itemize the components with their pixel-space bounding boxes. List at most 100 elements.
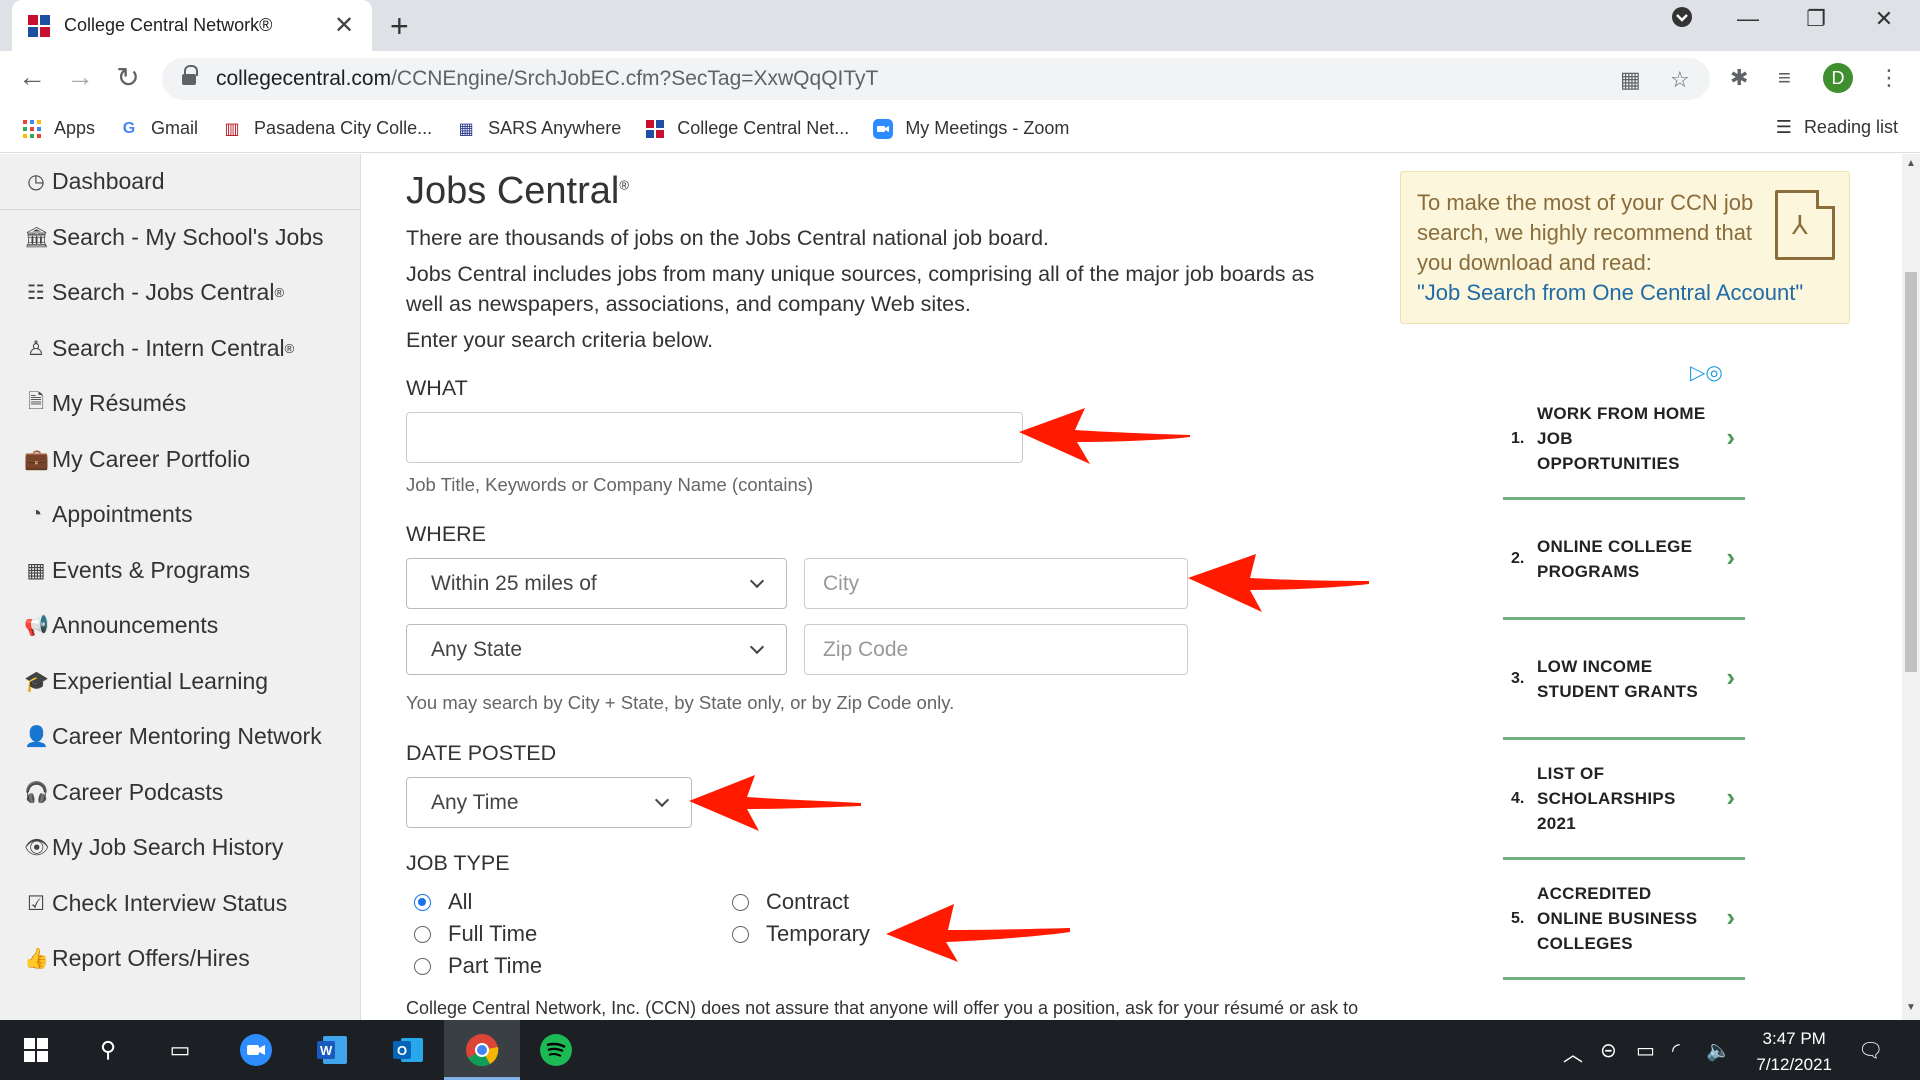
notifications-icon[interactable]: 🗨: [1858, 1038, 1883, 1063]
search-icon[interactable]: ⚲: [88, 1030, 128, 1070]
radio-button[interactable]: [414, 925, 431, 943]
reload-icon[interactable]: ↻: [108, 61, 148, 94]
sidebar-item-my-resumes[interactable]: 🗎 My Résumés: [0, 376, 360, 432]
ad-link[interactable]: 3. LOW INCOME STUDENT GRANTS ›: [1503, 620, 1745, 740]
chevron-down-icon: [654, 792, 670, 807]
ad-link[interactable]: 2. ONLINE COLLEGE PROGRAMS ›: [1503, 500, 1745, 620]
reading-list-button[interactable]: ☰ Reading list: [1776, 117, 1898, 138]
outlook-app-icon[interactable]: O: [388, 1030, 428, 1070]
ad-text: ACCREDITED ONLINE BUSINESS COLLEGES: [1537, 884, 1698, 953]
radio-button[interactable]: [732, 925, 749, 943]
close-tab-icon[interactable]: ✕: [332, 11, 356, 40]
radio-label: All: [448, 889, 473, 914]
job-type-all[interactable]: All: [414, 889, 472, 915]
state-select[interactable]: Any State: [406, 624, 787, 675]
back-icon[interactable]: ←: [12, 61, 52, 93]
show-hidden-icons-icon[interactable]: ︿: [1563, 1038, 1583, 1067]
chevron-right-icon: ›: [1726, 901, 1735, 932]
acrobat-glyph-icon: ⅄: [1792, 211, 1808, 241]
sidebar-item-search-intern-central[interactable]: ♙ Search - Intern Central ®: [0, 321, 360, 377]
radio-button[interactable]: [732, 893, 749, 911]
sidebar-item-career-portfolio[interactable]: 💼 My Career Portfolio: [0, 432, 360, 488]
sidebar-item-appointments[interactable]: ◔ Appointments: [0, 487, 360, 543]
wifi-icon[interactable]: ◜: [1672, 1038, 1680, 1063]
checkbox-icon: ☑: [27, 892, 45, 915]
bookmark-label: My Meetings - Zoom: [905, 118, 1070, 138]
pdf-icon[interactable]: ⅄: [1775, 190, 1835, 260]
radio-button[interactable]: [414, 957, 431, 975]
scroll-thumb[interactable]: [1905, 272, 1917, 672]
chevron-right-icon: ›: [1726, 541, 1735, 572]
job-type-temporary[interactable]: Temporary: [732, 921, 870, 947]
sidebar-item-mentoring[interactable]: 👤 Career Mentoring Network: [0, 709, 360, 765]
zip-input[interactable]: Zip Code: [804, 624, 1188, 675]
what-input[interactable]: [406, 412, 1023, 463]
sidebar-item-events[interactable]: ▦ Events & Programs: [0, 543, 360, 599]
scroll-down-icon[interactable]: ▼: [1906, 1002, 1916, 1013]
windows-start-icon[interactable]: [16, 1030, 56, 1070]
sidebar-item-search-school-jobs[interactable]: 🏛 Search - My School's Jobs: [0, 210, 360, 266]
date-posted-select[interactable]: Any Time: [406, 777, 692, 828]
bookmark-apps[interactable]: Apps: [22, 118, 95, 139]
bookmark-sars[interactable]: ▦ SARS Anywhere: [456, 118, 622, 139]
media-queue-icon[interactable]: ≡: [1778, 65, 1791, 91]
sidebar-item-experiential-learning[interactable]: 🎓 Experiential Learning: [0, 654, 360, 710]
zoom-app-icon[interactable]: [236, 1030, 276, 1070]
task-view-icon[interactable]: ▭: [160, 1030, 200, 1070]
tab-search-icon[interactable]: [1662, 6, 1702, 34]
bookmark-pasadena[interactable]: ▥ Pasadena City Colle...: [222, 118, 432, 139]
bookmark-zoom[interactable]: My Meetings - Zoom: [873, 118, 1069, 139]
sidebar-item-search-history[interactable]: 👁 My Job Search History: [0, 820, 360, 876]
browser-tab[interactable]: College Central Network® ✕: [12, 0, 372, 51]
reading-list-icon: ☰: [1775, 117, 1792, 137]
bookmark-label: Apps: [54, 118, 96, 138]
city-input[interactable]: City: [804, 558, 1188, 609]
sidebar-item-announcements[interactable]: 📢 Announcements: [0, 598, 360, 654]
qr-code-icon[interactable]: ▦: [1620, 67, 1641, 93]
distance-select[interactable]: Within 25 miles of: [406, 558, 787, 609]
new-tab-icon[interactable]: +: [390, 8, 409, 45]
link-icon[interactable]: ⊝: [1600, 1038, 1617, 1063]
forward-icon[interactable]: →: [60, 61, 100, 93]
bookmark-label: SARS Anywhere: [488, 118, 622, 138]
system-clock[interactable]: 3:47 PM 7/12/2021: [1756, 1026, 1832, 1078]
extensions-icon[interactable]: ✱: [1730, 65, 1748, 91]
sidebar-item-interview-status[interactable]: ☑ Check Interview Status: [0, 876, 360, 932]
reading-list-label: Reading list: [1803, 117, 1898, 137]
bookmark-college-central[interactable]: College Central Net...: [645, 118, 849, 139]
pasadena-college-icon: ▥: [224, 120, 240, 138]
sidebar-item-podcasts[interactable]: 🎧 Career Podcasts: [0, 765, 360, 821]
sidebar-item-label: My Job Search History: [52, 834, 284, 861]
sidebar-item-label: Search - Jobs Central: [52, 279, 275, 306]
chrome-app-icon[interactable]: [462, 1030, 502, 1070]
sidebar-item-search-jobs-central[interactable]: ☷ Search - Jobs Central ®: [0, 265, 360, 321]
profile-avatar[interactable]: D: [1823, 63, 1853, 93]
job-type-part-time[interactable]: Part Time: [414, 953, 542, 979]
address-bar[interactable]: collegecentral.com/CCNEngine/SrchJobEC.c…: [162, 58, 1710, 100]
sidebar-item-dashboard[interactable]: ◷ Dashboard: [0, 154, 360, 210]
radio-button[interactable]: [414, 893, 431, 911]
chevron-right-icon: ›: [1726, 661, 1735, 692]
job-type-contract[interactable]: Contract: [732, 889, 849, 915]
sidebar-item-report-offers[interactable]: 👍 Report Offers/Hires: [0, 931, 360, 987]
scroll-up-icon[interactable]: ▲: [1906, 158, 1916, 169]
close-window-icon[interactable]: ✕: [1864, 6, 1904, 32]
job-type-full-time[interactable]: Full Time: [414, 921, 537, 947]
spotify-app-icon[interactable]: [536, 1030, 576, 1070]
word-app-icon[interactable]: W: [312, 1030, 352, 1070]
job-search-guide-link[interactable]: "Job Search from One Central Account": [1417, 278, 1833, 308]
page-scrollbar[interactable]: ▲ ▼: [1902, 154, 1920, 1020]
where-help-text: You may search by City + State, by State…: [406, 692, 955, 713]
battery-icon[interactable]: ▭: [1636, 1038, 1655, 1063]
ad-number: 4.: [1511, 789, 1525, 807]
bookmark-gmail[interactable]: G Gmail: [119, 118, 198, 139]
volume-icon[interactable]: 🔈: [1706, 1038, 1731, 1063]
ad-link[interactable]: 5. ACCREDITED ONLINE BUSINESS COLLEGES ›: [1503, 860, 1745, 980]
restore-icon[interactable]: ❐: [1796, 6, 1836, 32]
ad-link[interactable]: 4. LIST OF SCHOLARSHIPS 2021 ›: [1503, 740, 1745, 860]
bookmark-star-icon[interactable]: ☆: [1670, 67, 1690, 93]
minimize-icon[interactable]: —: [1728, 6, 1768, 32]
ad-link[interactable]: 1. WORK FROM HOME JOB OPPORTUNITIES ›: [1503, 380, 1745, 500]
more-menu-icon[interactable]: ⋮: [1878, 65, 1900, 91]
sidebar-item-label: My Career Portfolio: [52, 445, 251, 472]
